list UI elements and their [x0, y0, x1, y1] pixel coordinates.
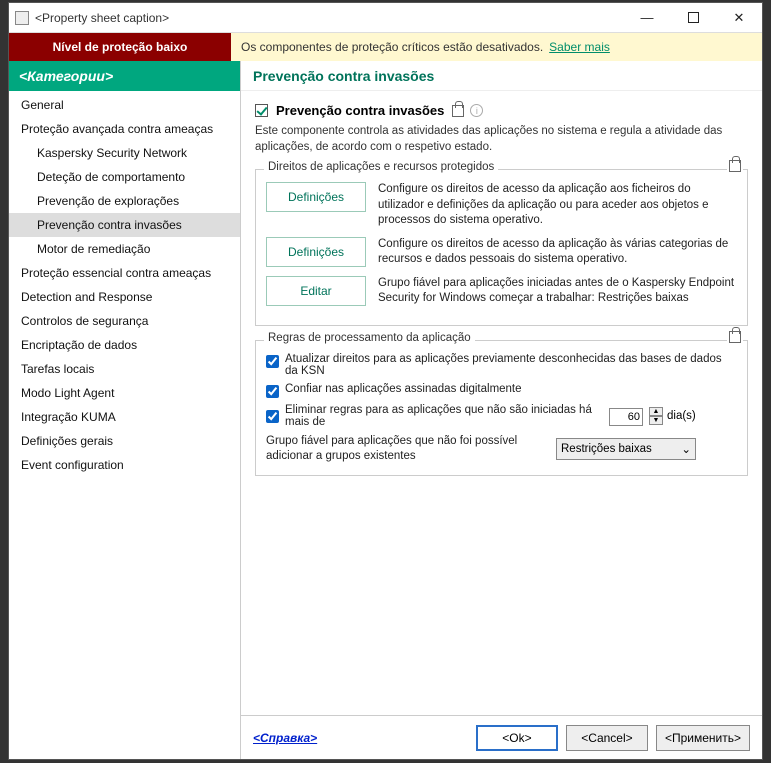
sidebar-item-4[interactable]: Prevenção de explorações: [9, 189, 240, 213]
days-input: ▲ ▼: [609, 406, 663, 426]
apply-button[interactable]: <Применить>: [656, 725, 750, 751]
window-title: <Property sheet caption>: [35, 11, 624, 25]
group1-row-0: Definições Configure os direitos de acess…: [266, 182, 737, 229]
group1-text-2: Grupo fiável para aplicações iniciadas a…: [378, 276, 737, 307]
maximize-button[interactable]: [670, 3, 716, 33]
info-icon[interactable]: i: [470, 104, 483, 117]
group1-lock[interactable]: [727, 160, 743, 175]
component-description: Este componente controla as atividades d…: [255, 124, 748, 155]
warning-bar: Nível de proteção baixo Os componentes d…: [9, 33, 762, 61]
main-panel: Prevenção contra invasões Prevenção cont…: [241, 61, 762, 759]
property-sheet-window: <Property sheet caption> Nível de proteç…: [8, 2, 763, 760]
chk-delete-rules-box[interactable]: [266, 410, 279, 423]
sidebar-item-14[interactable]: Definições gerais: [9, 429, 240, 453]
days-field[interactable]: [609, 408, 643, 426]
chk-delete-rules: Eliminar regras para as aplicações que n…: [266, 404, 737, 428]
titlebar: <Property sheet caption>: [9, 3, 762, 33]
enable-row: Prevenção contra invasões i: [255, 103, 748, 118]
spin-down[interactable]: ▼: [649, 416, 663, 425]
trust-group-row: Grupo fiável para aplicações que não foi…: [266, 434, 737, 465]
cancel-button[interactable]: <Cancel>: [566, 725, 648, 751]
group1-text-1: Configure os direitos de acesso da aplic…: [378, 237, 737, 268]
close-button[interactable]: [716, 3, 762, 33]
trust-group-combo[interactable]: Restrições baixas ⌄: [556, 438, 696, 460]
chk-trust-signed: Confiar nas aplicações assinadas digital…: [266, 383, 737, 398]
minimize-button[interactable]: [624, 3, 670, 33]
group1-row-2: Editar Grupo fiável para aplicações inici…: [266, 276, 737, 307]
chk-update-rights-label: Atualizar direitos para as aplicações pr…: [285, 353, 737, 377]
sidebar-item-3[interactable]: Deteção de comportamento: [9, 165, 240, 189]
help-link[interactable]: <Справка>: [253, 731, 317, 745]
footer: <Справка> <Ok> <Cancel> <Применить>: [241, 715, 762, 759]
sidebar-item-15[interactable]: Event configuration: [9, 453, 240, 477]
lock-icon[interactable]: [452, 105, 464, 117]
warning-text: Os componentes de proteção críticos estã…: [241, 40, 543, 54]
sidebar-item-13[interactable]: Integração KUMA: [9, 405, 240, 429]
nav-list: GeneralProteção avançada contra ameaçasK…: [9, 91, 240, 759]
group1-text-0: Configure os direitos de acesso da aplic…: [378, 182, 737, 229]
sidebar-item-10[interactable]: Encriptação de dados: [9, 333, 240, 357]
spin-up[interactable]: ▲: [649, 407, 663, 416]
chk-trust-signed-label: Confiar nas aplicações assinadas digital…: [285, 383, 737, 395]
sidebar-item-8[interactable]: Detection and Response: [9, 285, 240, 309]
sidebar-item-11[interactable]: Tarefas locais: [9, 357, 240, 381]
protection-level-badge: Nível de proteção baixo: [9, 33, 231, 61]
group1-button-2[interactable]: Editar: [266, 276, 366, 306]
app-icon: [15, 11, 29, 25]
sidebar-item-2[interactable]: Kaspersky Security Network: [9, 141, 240, 165]
sidebar-item-6[interactable]: Motor de remediação: [9, 237, 240, 261]
sidebar-item-7[interactable]: Proteção essencial contra ameaças: [9, 261, 240, 285]
group1-legend: Direitos de aplicações e recursos proteg…: [264, 161, 498, 173]
sidebar: <Категории> GeneralProteção avançada con…: [9, 61, 241, 759]
sidebar-item-5[interactable]: Prevenção contra invasões: [9, 213, 240, 237]
enable-checkbox[interactable]: [255, 104, 268, 117]
group2-legend: Regras de processamento da aplicação: [264, 332, 475, 344]
days-unit: dia(s): [667, 410, 696, 422]
warning-text-area: Os componentes de proteção críticos estã…: [231, 33, 762, 61]
group2-lock[interactable]: [727, 331, 743, 346]
learn-more-link[interactable]: Saber mais: [549, 40, 610, 54]
trust-group-label: Grupo fiável para aplicações que não foi…: [266, 434, 556, 465]
group1-row-1: Definições Configure os direitos de acess…: [266, 237, 737, 268]
main-header: Prevenção contra invasões: [241, 61, 762, 91]
sidebar-item-9[interactable]: Controlos de segurança: [9, 309, 240, 333]
sidebar-header: <Категории>: [9, 61, 240, 91]
combo-value: Restrições baixas: [561, 443, 652, 455]
chevron-down-icon: ⌄: [681, 442, 691, 456]
sidebar-item-1[interactable]: Proteção avançada contra ameaças: [9, 117, 240, 141]
group-app-rights: Direitos de aplicações e recursos proteg…: [255, 169, 748, 326]
enable-label: Prevenção contra invasões: [276, 103, 444, 118]
ok-button[interactable]: <Ok>: [476, 725, 558, 751]
chk-trust-signed-box[interactable]: [266, 385, 279, 398]
chk-delete-rules-label: Eliminar regras para as aplicações que n…: [285, 404, 605, 428]
chk-update-rights: Atualizar direitos para as aplicações pr…: [266, 353, 737, 377]
chk-update-rights-box[interactable]: [266, 355, 279, 368]
sidebar-item-0[interactable]: General: [9, 93, 240, 117]
group-processing-rules: Regras de processamento da aplicação Atu…: [255, 340, 748, 476]
group1-button-1[interactable]: Definições: [266, 237, 366, 267]
group1-button-0[interactable]: Definições: [266, 182, 366, 212]
sidebar-item-12[interactable]: Modo Light Agent: [9, 381, 240, 405]
